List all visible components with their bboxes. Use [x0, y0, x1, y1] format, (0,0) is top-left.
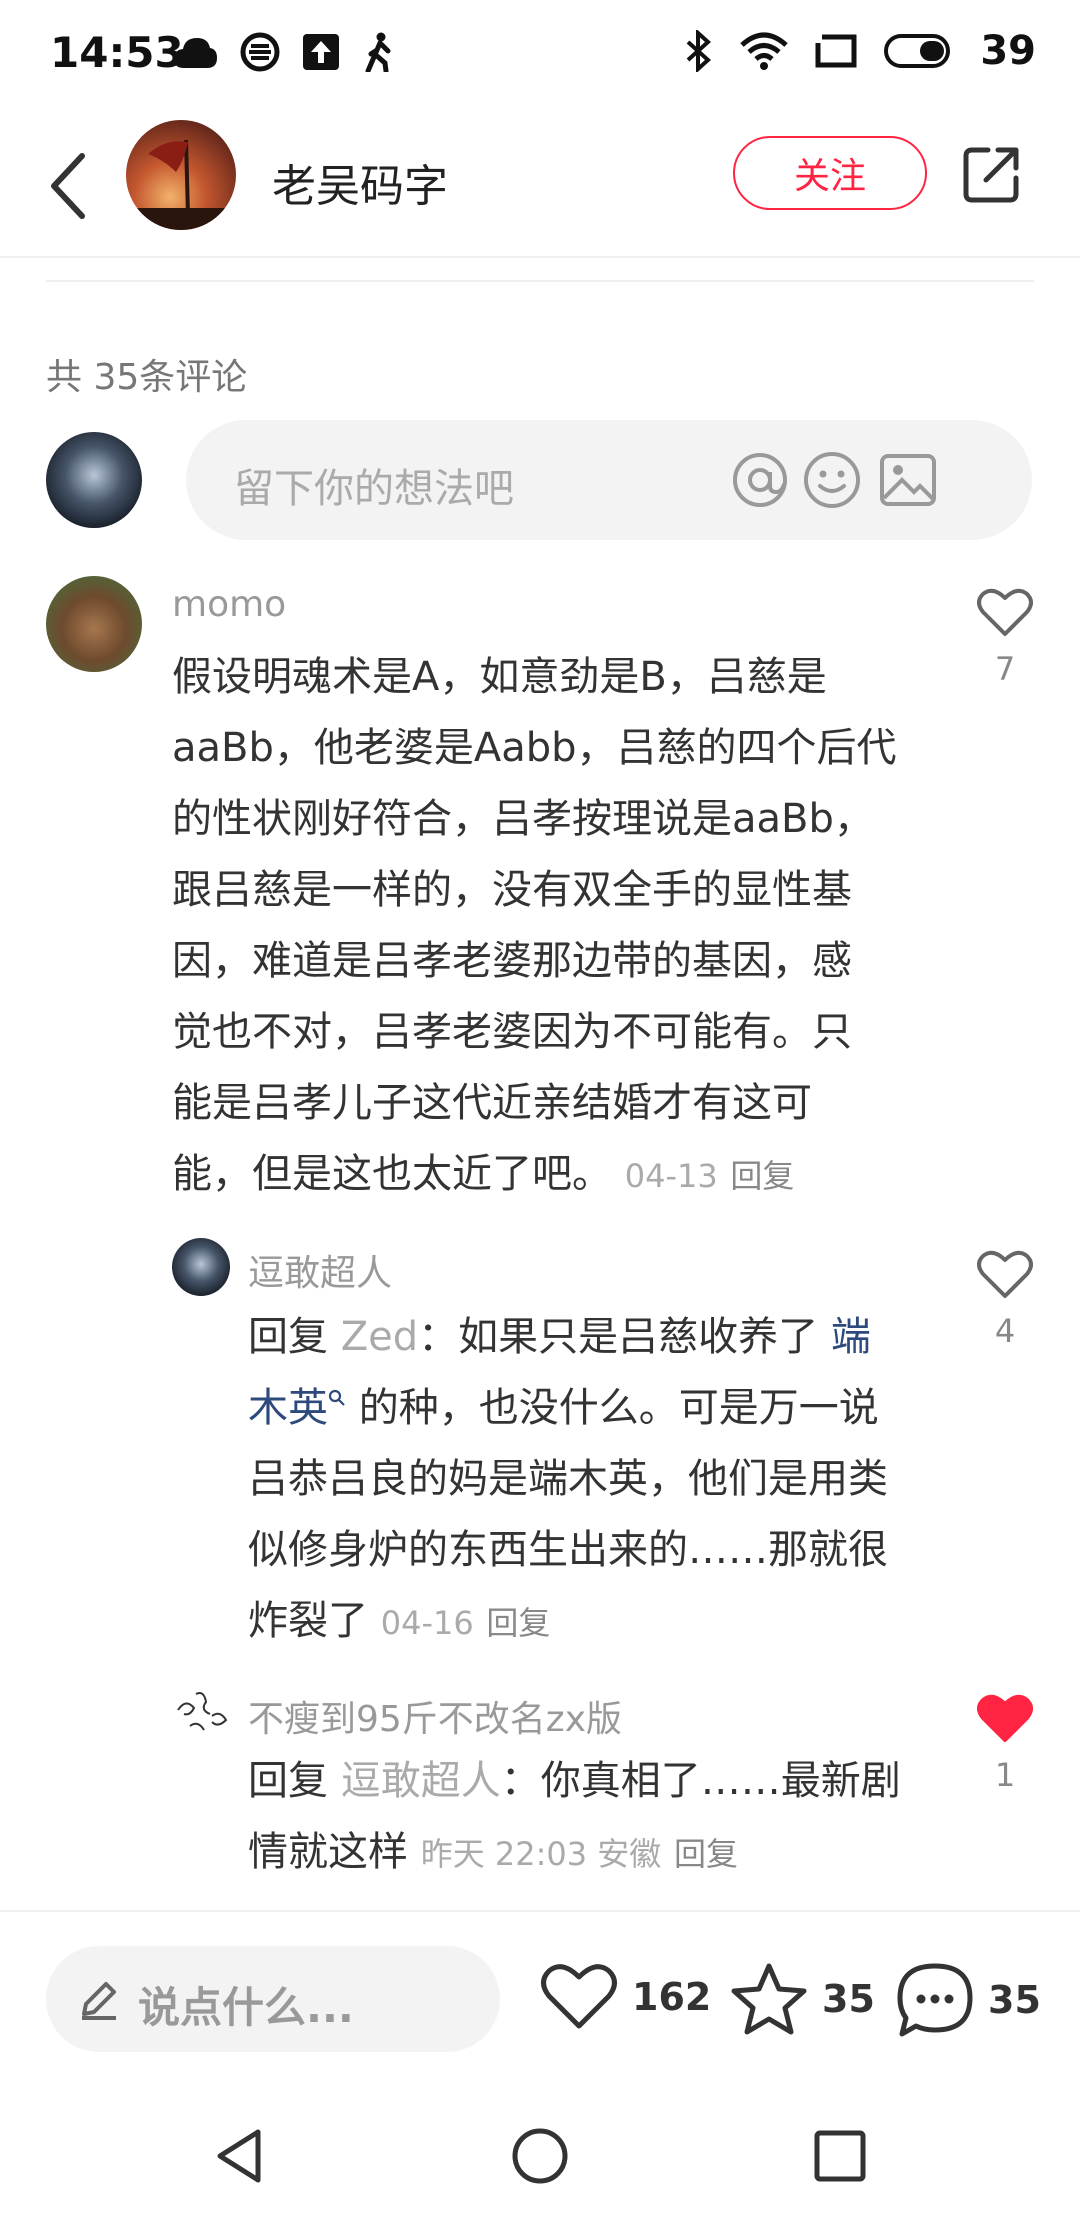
sketch-avatar-image: [177, 1692, 228, 1731]
heart-filled-icon: [977, 1694, 1033, 1742]
comment-line: aaBb，他老婆是Aabb，吕慈的四个后代: [172, 725, 897, 771]
signal-app-icon: [240, 32, 280, 72]
reply-to-user[interactable]: Zed: [341, 1314, 418, 1360]
bottom-action-bar: 说点什么... 162 35 35: [0, 1910, 1080, 2060]
comment-like[interactable]: 4: [970, 1250, 1040, 1350]
chat-bubble-icon: [897, 1963, 973, 2037]
topic-link[interactable]: 端: [831, 1314, 871, 1360]
comment-line: ：你真相了……最新剧: [500, 1758, 901, 1804]
battery-level: 39: [980, 28, 1036, 74]
mention-icon[interactable]: [730, 450, 790, 510]
share-icon[interactable]: [962, 144, 1022, 204]
reply-text: 回复 逗敢超人：你真相了……最新剧 情就这样 昨天 22:03 安徽 回复: [248, 1746, 928, 1890]
heart-outline-icon: [977, 1250, 1033, 1298]
wifi-icon: [740, 32, 789, 70]
star-icon: [731, 1963, 807, 2035]
reply-avatar[interactable]: [172, 1238, 230, 1296]
status-icons-right: 39: [684, 28, 1036, 74]
status-time: 14:53: [50, 28, 184, 77]
reply-prefix: 回复: [248, 1314, 328, 1360]
divider: [46, 280, 1034, 282]
collect-count: 35: [822, 1977, 875, 2021]
comment-line: 能是吕孝儿子这代近亲结婚才有这可: [172, 1080, 812, 1126]
comment-line: 似修身炉的东西生出来的……那就很: [248, 1527, 888, 1573]
my-avatar: [46, 432, 142, 528]
comment-count-bottom: 35: [988, 1978, 1041, 2022]
heart-outline-icon: [977, 588, 1033, 636]
like-count: 7: [994, 650, 1016, 688]
like-count: 162: [632, 1975, 712, 2019]
comment-text: 假设明魂术是A，如意劲是B，吕慈是 aaBb，他老婆是Aabb，吕慈的四个后代 …: [172, 642, 932, 1212]
upload-icon: [303, 34, 339, 70]
comment-line: 觉也不对，吕孝老婆因为不可能有。只: [172, 1009, 852, 1055]
flag-image: [126, 139, 236, 230]
say-something-input[interactable]: 说点什么...: [46, 1946, 500, 2052]
comment-input[interactable]: 留下你的想法吧: [186, 420, 1032, 540]
bluetooth-icon: [686, 30, 712, 72]
like-count: 1: [994, 1756, 1016, 1794]
collect-button[interactable]: 35: [730, 1962, 875, 2036]
reply-button[interactable]: 回复: [674, 1835, 738, 1873]
comment-button[interactable]: 35: [896, 1962, 1041, 2038]
nav-recents-icon[interactable]: [810, 2126, 870, 2186]
status-bar: 14:53 39: [0, 0, 1080, 112]
comment-date: 04-16: [380, 1604, 474, 1642]
note-header: 老吴码字 关注: [0, 112, 1080, 258]
comment-line: 炸裂了: [248, 1598, 368, 1644]
reply-to-user[interactable]: 逗敢超人: [341, 1758, 501, 1804]
reply-button[interactable]: 回复: [730, 1157, 794, 1195]
author-name[interactable]: 老吴码字: [272, 150, 448, 214]
comment-like[interactable]: 1: [970, 1694, 1040, 1794]
nav-home-icon[interactable]: [510, 2126, 570, 2186]
nav-back-icon[interactable]: [210, 2126, 270, 2186]
author-avatar[interactable]: [126, 120, 236, 230]
comment-input-placeholder: 留下你的想法吧: [234, 466, 514, 512]
comment-date: 04-13: [624, 1157, 718, 1195]
reply-username[interactable]: 不瘦到95斤不改名zx版: [248, 1690, 622, 1742]
pencil-icon: [82, 1982, 116, 2020]
reply-button[interactable]: 回复: [486, 1604, 550, 1642]
heart-outline-icon: [541, 1964, 617, 2029]
comment-line: 吕恭吕良的妈是端木英，他们是用类: [248, 1456, 888, 1502]
topic-link[interactable]: 木英: [248, 1385, 328, 1431]
reply-prefix: 回复: [248, 1758, 328, 1804]
image-icon[interactable]: [878, 450, 938, 510]
comment-date: 昨天 22:03 安徽: [420, 1835, 662, 1873]
comment-line: 跟吕慈是一样的，没有双全手的显性基: [172, 867, 852, 913]
comment-line: 假设明魂术是A，如意劲是B，吕慈是: [172, 654, 827, 700]
status-icons-left: [172, 32, 396, 72]
comment-line: 情就这样: [248, 1829, 408, 1875]
comment-avatar[interactable]: [46, 576, 142, 672]
comment-line: 的种，也没什么。可是万一说: [358, 1385, 879, 1431]
emoji-icon[interactable]: [802, 450, 862, 510]
follow-button[interactable]: 关注: [733, 136, 927, 210]
back-arrow-icon[interactable]: [40, 148, 100, 224]
search-icon[interactable]: [328, 1389, 346, 1407]
battery-icon: [884, 34, 951, 68]
comment-line: ：如果只是吕慈收养了: [418, 1314, 819, 1360]
like-button[interactable]: 162: [540, 1962, 711, 2032]
screen-icon: [815, 34, 857, 68]
comment-count: 共 35条评论: [46, 357, 248, 398]
comment-like[interactable]: 7: [970, 588, 1040, 688]
walk-icon: [365, 32, 391, 72]
comment-line: 能，但是这也太近了吧。: [172, 1151, 612, 1197]
comment-username[interactable]: momo: [172, 584, 286, 625]
system-nav-bar: [0, 2060, 1080, 2232]
reply-text: 回复 Zed：如果只是吕慈收养了 端 木英 的种，也没什么。可是万一说 吕恭吕良…: [248, 1302, 928, 1659]
comment-line: 因，难道是吕孝老婆那边带的基因，感: [172, 938, 852, 984]
say-something-placeholder: 说点什么...: [138, 1983, 354, 2032]
comment-line: 的性状刚好符合，吕孝按理说是aaBb，: [172, 796, 874, 842]
cloud-icon: [174, 38, 217, 68]
reply-username[interactable]: 逗敢超人: [248, 1244, 392, 1296]
reply-avatar[interactable]: [172, 1680, 232, 1740]
like-count: 4: [994, 1312, 1016, 1350]
